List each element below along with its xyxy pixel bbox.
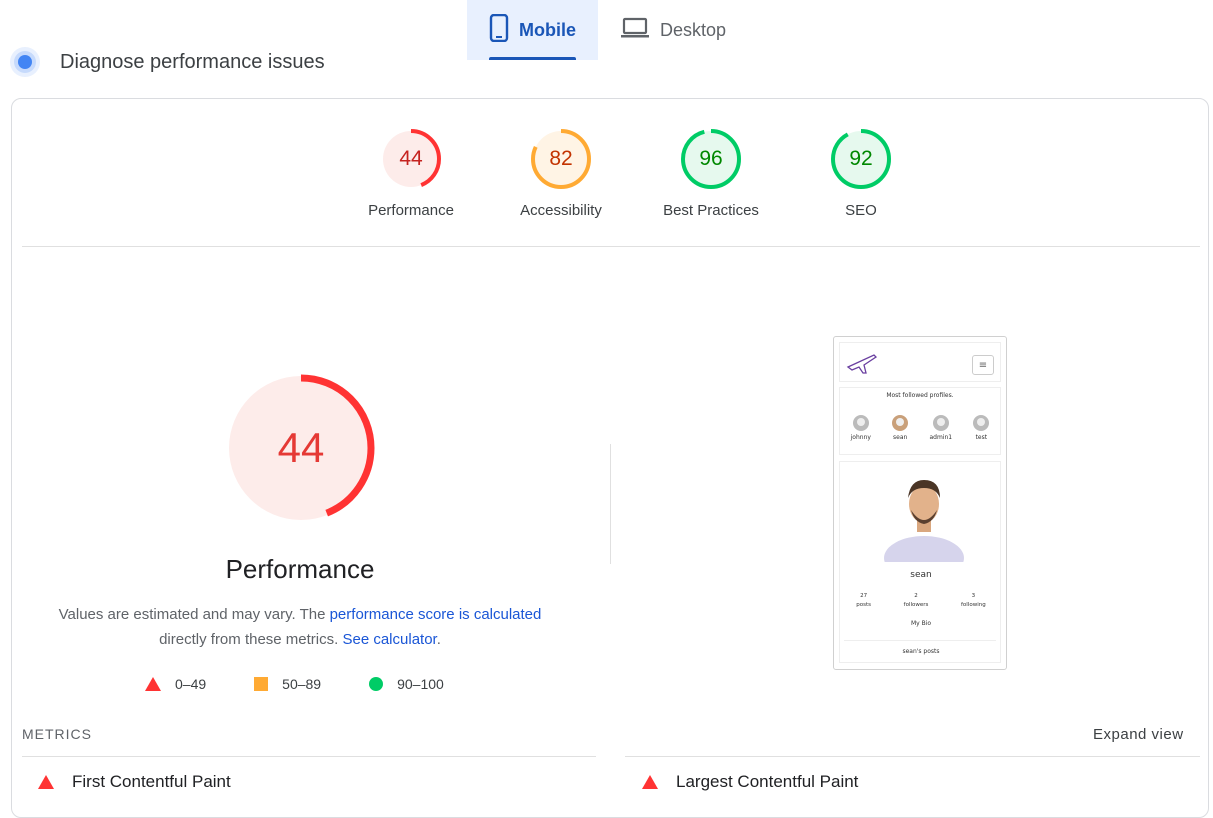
score-gauges: 44 Performance 82 Accessibility 96 Best … [336,128,936,219]
vertical-divider [610,444,611,564]
gauge-seo[interactable]: 92 SEO [786,128,936,219]
metric-lcp[interactable]: Largest Contentful Paint [642,772,858,792]
metric-fcp[interactable]: First Contentful Paint [38,772,231,792]
gauge-ring: 82 [530,128,592,190]
gauge-value: 82 [549,147,573,170]
triangle-icon [38,775,54,789]
avatar [973,415,990,431]
metric-name: First Contentful Paint [72,772,231,791]
profile-username: sean [910,570,932,580]
avatar [892,415,909,431]
divider [22,756,596,757]
profile-photo [884,480,964,562]
divider [22,246,1200,247]
legend-range: 50–89 [282,676,322,692]
stat-label: posts [856,602,872,608]
divider [625,756,1200,757]
gauge-ring: 96 [680,128,742,190]
gauge-value: 92 [849,147,873,170]
legend-range: 90–100 [397,676,444,692]
gauge-ring: 92 [830,128,892,190]
profile-name: admin1 [929,434,953,441]
profile-item: test [973,415,990,441]
profile-stats: 27 posts 2 followers 3 following [840,592,1002,610]
stat-label: followers [903,602,929,608]
stat-following: 3 following [961,592,986,610]
screenshot-profiles-card: Most followed profiles. johnny sean admi… [839,387,1001,455]
stat-number: 2 [914,593,918,599]
stat-posts: 27 posts [856,592,871,610]
stat-followers: 2 followers [904,592,929,610]
legend-average: 50–89 [254,676,321,692]
diagnose-icon [10,47,40,77]
tab-mobile[interactable]: Mobile [467,0,598,60]
profile-name: johnny [850,434,871,441]
stat-number: 3 [971,593,976,599]
triangle-icon [642,775,658,789]
legend-range: 0–49 [175,676,207,692]
performance-score: 44 [277,424,325,471]
posts-title: sean's posts [902,648,940,655]
gauge-value: 96 [699,147,723,170]
laptop-icon [620,17,650,44]
circle-icon [369,677,384,691]
divider [844,640,996,641]
diagnose-title: Diagnose performance issues [60,50,325,73]
gauge-label: Accessibility [520,202,602,219]
gauge-accessibility[interactable]: 82 Accessibility [486,128,636,219]
expand-view-button[interactable]: Expand view [1093,726,1184,743]
gauge-ring: 44 [380,128,442,190]
tab-desktop[interactable]: Desktop [598,0,748,60]
gauge-label: Performance [368,202,454,219]
final-screenshot[interactable]: ≡ Most followed profiles. johnny sean ad… [833,336,1007,670]
diagnose-header: Diagnose performance issues [10,44,325,80]
gauge-value: 44 [399,147,423,170]
avatar [852,415,869,431]
profile-item: admin1 [929,415,952,441]
hamburger-menu-icon: ≡ [972,355,994,375]
profile-list: johnny sean admin1 test [840,415,1000,441]
tab-mobile-label: Mobile [519,19,576,40]
profile-name: test [975,434,988,441]
profile-item: sean [892,415,909,441]
gauge-performance[interactable]: 44 Performance [336,128,486,219]
tab-desktop-label: Desktop [660,19,727,40]
score-calculated-link[interactable]: performance score is calculated [330,606,542,623]
gauge-best-practices[interactable]: 96 Best Practices [636,128,786,219]
legend-pass: 90–100 [369,676,444,692]
square-icon [254,677,269,691]
screenshot-profile-card: sean 27 posts 2 followers 3 following My Bi… [839,461,1001,663]
profile-name: sean [893,434,908,441]
performance-description: Values are estimated and may vary. The p… [40,602,560,652]
device-tabs: Mobile Desktop [467,0,748,60]
stat-label: following [960,602,986,608]
most-followed-title: Most followed profiles. [886,392,954,399]
profile-item: johnny [851,415,871,441]
desc-text: Values are estimated and may vary. The [58,606,330,623]
avatar [932,415,949,431]
metrics-heading: METRICS [22,726,92,742]
profile-bio: My Bio [910,620,932,627]
smartphone-icon [489,13,509,47]
score-legend: 0–49 50–89 90–100 [145,676,492,692]
screenshot-navbar: ≡ [839,342,1001,382]
stat-number: 27 [860,593,868,599]
airplane-logo-icon [846,349,878,379]
desc-text: directly from these metrics. [159,631,343,648]
gauge-label: Best Practices [663,202,759,219]
gauge-label: SEO [845,202,877,219]
legend-fail: 0–49 [145,676,206,692]
desc-text: . [436,631,441,648]
see-calculator-link[interactable]: See calculator [342,631,436,648]
metric-name: Largest Contentful Paint [676,772,859,791]
performance-title: Performance [225,554,375,584]
triangle-icon [145,677,161,691]
